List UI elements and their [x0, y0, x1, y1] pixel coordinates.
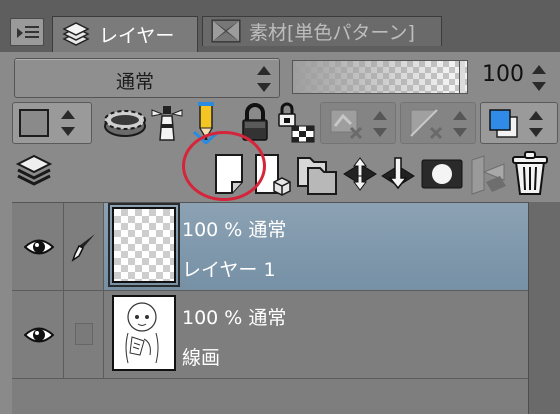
- pen-nib-icon: [71, 234, 95, 262]
- clip-to-layer-below-button[interactable]: [102, 102, 148, 144]
- mask-spinner-icon: [371, 109, 389, 139]
- tab-material-label: 素材[単色パターン]: [249, 22, 415, 44]
- layer-color-icon: [489, 109, 518, 138]
- create-layer-mask-icon: [421, 159, 463, 189]
- apply-mask-icon: [471, 155, 506, 195]
- delete-layer-button[interactable]: [510, 150, 550, 196]
- new-vector-layer-button[interactable]: [252, 152, 292, 196]
- layer-stack-icon: [61, 21, 91, 48]
- eye-icon: [24, 239, 54, 255]
- layer-opacity-mode: 100 % 通常: [182, 219, 287, 241]
- material-pattern-icon: [211, 19, 241, 45]
- layer-editing-indicator[interactable]: [64, 291, 104, 378]
- transfer-to-lower-layer-icon: [343, 157, 377, 191]
- blend-mode-value: 通常: [115, 71, 154, 93]
- line-art-sketch-icon: [125, 302, 159, 364]
- merge-with-layer-below-icon: [381, 157, 415, 190]
- new-vector-layer-icon: [255, 154, 291, 196]
- lock-layer-button[interactable]: [238, 102, 272, 144]
- eye-icon: [24, 327, 54, 343]
- new-layer-folder-icon: [297, 157, 337, 195]
- lock-transparent-pixels-button[interactable]: [276, 102, 318, 144]
- panel-tab-bar: レイヤー 素材[単色パターン]: [0, 0, 560, 52]
- clip-to-layer-below-icon: [104, 110, 146, 137]
- layer-color-swatch-button[interactable]: [12, 102, 92, 144]
- tab-layer[interactable]: レイヤー: [52, 16, 198, 52]
- layer-name: 線画: [182, 347, 221, 369]
- layer-action-bar: [0, 148, 560, 200]
- swatch-spinner-icon: [59, 108, 77, 138]
- layer-color-spinner-icon: [527, 109, 545, 139]
- layer-content[interactable]: 100 % 通常 レイヤー 1: [104, 203, 528, 290]
- blend-mode-spinner-icon[interactable]: [255, 64, 273, 94]
- tab-material[interactable]: 素材[単色パターン]: [202, 16, 442, 46]
- opacity-slider[interactable]: [292, 60, 468, 94]
- merge-with-layer-below-button[interactable]: [380, 154, 416, 194]
- opacity-slider-handle[interactable]: [459, 61, 465, 93]
- layer-thumbnail: [112, 295, 176, 371]
- enable-mask-button[interactable]: [320, 102, 396, 144]
- panel-menu-button[interactable]: [10, 18, 44, 46]
- layer-row[interactable]: 100 % 通常 レイヤー 1: [12, 203, 528, 291]
- new-raster-layer-icon: [215, 154, 243, 194]
- transfer-to-lower-layer-button[interactable]: [342, 154, 378, 194]
- layer-list: 100 % 通常 レイヤー 1 100 % 通常 線画: [12, 202, 528, 414]
- delete-layer-icon: [512, 151, 548, 195]
- empty-checkbox-icon: [75, 323, 93, 345]
- lock-layer-icon: [242, 103, 268, 141]
- reference-layer-icon: [151, 106, 183, 141]
- create-layer-mask-button[interactable]: [420, 156, 464, 192]
- layer-visibility-toggle[interactable]: [12, 291, 64, 378]
- opacity-spinner-icon[interactable]: [530, 63, 548, 93]
- apply-mask-button[interactable]: [466, 152, 510, 196]
- new-layer-folder-button[interactable]: [296, 152, 338, 196]
- blend-mode-select[interactable]: 通常: [14, 58, 280, 98]
- layer-property-button[interactable]: [14, 152, 54, 192]
- enable-mask-icon: [330, 109, 363, 140]
- layer-content[interactable]: 100 % 通常 線画: [104, 291, 528, 378]
- new-raster-layer-button[interactable]: [212, 152, 246, 196]
- draft-layer-button[interactable]: [190, 102, 222, 146]
- layer-row[interactable]: 100 % 通常 線画: [12, 291, 528, 379]
- opacity-value[interactable]: 100: [478, 62, 528, 87]
- layer-opacity-mode: 100 % 通常: [182, 307, 287, 329]
- show-ruler-button[interactable]: [400, 102, 476, 144]
- reference-layer-button[interactable]: [150, 102, 184, 144]
- draft-layer-icon: [192, 102, 220, 146]
- layer-list-scrollbar[interactable]: [528, 202, 560, 414]
- layer-name: レイヤー 1: [182, 259, 276, 281]
- layer-color-button[interactable]: [480, 102, 558, 144]
- panel-menu-icon: [17, 28, 23, 38]
- layer-property-icon: [15, 154, 53, 186]
- layer-toolbar: [12, 102, 558, 146]
- show-ruler-icon: [410, 109, 443, 140]
- tab-layer-label: レイヤー: [99, 25, 175, 47]
- layer-color-swatch-icon: [19, 109, 49, 137]
- opacity-slider-fill: [293, 61, 467, 93]
- lock-transparent-pixels-icon: [278, 102, 315, 143]
- ruler-spinner-icon: [451, 109, 469, 139]
- layer-thumbnail: [108, 203, 180, 287]
- layer-visibility-toggle[interactable]: [12, 203, 64, 290]
- layer-editing-indicator[interactable]: [64, 203, 104, 290]
